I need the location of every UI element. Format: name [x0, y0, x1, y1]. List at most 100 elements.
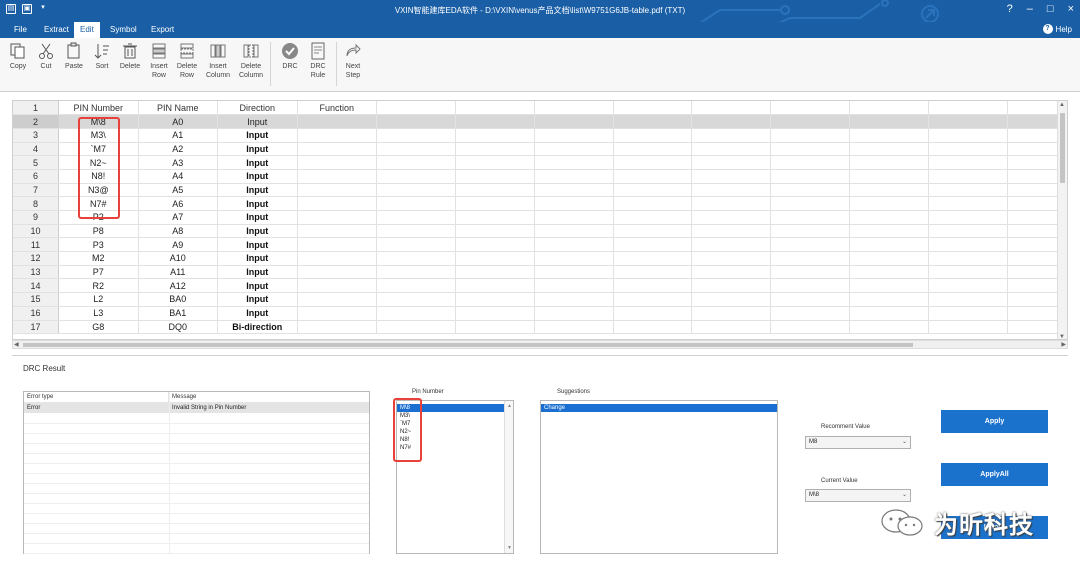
apply-button[interactable]: Apply	[941, 410, 1048, 433]
table-row[interactable]: 13 P7 A11 Input	[13, 265, 1067, 280]
column-header-pin-number[interactable]: PIN Number	[58, 101, 139, 116]
direction-cell[interactable]: Input	[217, 224, 298, 239]
empty-cell[interactable]	[849, 292, 929, 307]
empty-cell[interactable]	[297, 196, 377, 211]
maximize-button[interactable]: □	[1047, 3, 1054, 15]
empty-cell[interactable]	[297, 265, 377, 280]
suggestions-list[interactable]: Change	[540, 400, 778, 554]
empty-cell[interactable]	[691, 101, 772, 116]
empty-cell[interactable]	[613, 114, 693, 129]
pin-name-cell[interactable]: A11	[138, 265, 219, 280]
empty-cell[interactable]	[534, 278, 614, 294]
empty-cell[interactable]	[376, 128, 456, 143]
table-row[interactable]: 12 M2 A10 Input	[13, 251, 1067, 266]
copy-button[interactable]: Copy	[5, 42, 31, 71]
empty-cell[interactable]	[849, 155, 929, 170]
empty-cell[interactable]	[455, 265, 535, 280]
empty-cell[interactable]	[613, 210, 693, 225]
direction-cell[interactable]: Input	[217, 278, 298, 294]
empty-cell[interactable]	[534, 237, 614, 253]
empty-cell[interactable]	[691, 251, 772, 266]
empty-cell[interactable]	[376, 306, 456, 321]
empty-cell[interactable]	[455, 155, 535, 170]
empty-cell[interactable]	[849, 251, 929, 266]
empty-cell[interactable]	[455, 306, 535, 321]
empty-cell[interactable]	[770, 196, 851, 211]
empty-cell[interactable]	[849, 128, 929, 143]
empty-cell[interactable]	[376, 101, 456, 116]
empty-cell[interactable]	[297, 128, 377, 143]
empty-cell[interactable]	[849, 114, 929, 129]
empty-cell[interactable]	[691, 142, 772, 157]
empty-cell[interactable]	[613, 101, 693, 116]
empty-cell[interactable]	[691, 237, 772, 253]
delete-column-button[interactable]: Delete Column	[238, 42, 264, 80]
empty-cell[interactable]	[928, 155, 1008, 170]
table-row[interactable]: 10 P8 A8 Input	[13, 224, 1067, 239]
tab-extract[interactable]: Extract	[38, 24, 75, 35]
empty-cell[interactable]	[770, 251, 851, 266]
empty-cell[interactable]	[455, 320, 535, 335]
empty-cell[interactable]	[928, 101, 1008, 116]
empty-cell[interactable]	[297, 224, 377, 239]
empty-cell[interactable]	[297, 114, 377, 129]
close-button[interactable]: ×	[1068, 3, 1074, 15]
empty-cell[interactable]	[770, 320, 851, 335]
empty-cell[interactable]	[849, 101, 929, 116]
pin-number-cell[interactable]: G8	[58, 320, 139, 335]
direction-cell[interactable]: Bi-direction	[217, 320, 298, 335]
empty-cell[interactable]	[376, 114, 456, 129]
empty-cell[interactable]	[297, 320, 377, 335]
next-step-button[interactable]: Next Step	[340, 42, 366, 80]
horizontal-scrollbar[interactable]: ◀ ▶	[12, 340, 1068, 349]
empty-cell[interactable]	[534, 292, 614, 307]
direction-cell[interactable]: Input	[217, 196, 298, 211]
message-header[interactable]: Message	[169, 392, 369, 402]
empty-cell[interactable]	[297, 155, 377, 170]
empty-cell[interactable]	[849, 169, 929, 184]
scroll-right-icon[interactable]: ▶	[1061, 341, 1066, 348]
empty-cell[interactable]	[770, 237, 851, 253]
empty-cell[interactable]	[928, 114, 1008, 129]
empty-cell[interactable]	[613, 292, 693, 307]
empty-cell[interactable]	[376, 142, 456, 157]
direction-cell[interactable]: Input	[217, 251, 298, 266]
pin-name-cell[interactable]: A12	[138, 278, 219, 294]
table-row[interactable]: 15 L2 BA0 Input	[13, 292, 1067, 307]
pin-name-cell[interactable]: A2	[138, 142, 219, 157]
empty-cell[interactable]	[376, 265, 456, 280]
direction-cell[interactable]: Input	[217, 210, 298, 225]
empty-cell[interactable]	[613, 224, 693, 239]
empty-cell[interactable]	[534, 251, 614, 266]
paste-button[interactable]: Paste	[61, 42, 87, 71]
empty-cell[interactable]	[534, 155, 614, 170]
table-row[interactable]: 17 G8 DQ0 Bi-direction	[13, 320, 1067, 335]
empty-cell[interactable]	[770, 265, 851, 280]
cut-button[interactable]: Cut	[33, 42, 59, 71]
pin-number-cell[interactable]: L3	[58, 306, 139, 321]
empty-cell[interactable]	[849, 196, 929, 211]
table-row[interactable]: 5 N2~ A3 Input	[13, 155, 1067, 170]
empty-cell[interactable]	[928, 320, 1008, 335]
insert-column-button[interactable]: Insert Column	[205, 42, 231, 80]
scroll-thumb[interactable]	[23, 343, 913, 347]
direction-cell[interactable]: Input	[217, 114, 298, 129]
empty-cell[interactable]	[613, 265, 693, 280]
pin-name-cell[interactable]: A4	[138, 169, 219, 184]
empty-cell[interactable]	[770, 306, 851, 321]
scroll-down-icon[interactable]: ▼	[507, 545, 512, 551]
empty-cell[interactable]	[928, 278, 1008, 294]
delete-button[interactable]: Delete	[117, 42, 143, 71]
empty-cell[interactable]	[849, 224, 929, 239]
empty-cell[interactable]	[455, 128, 535, 143]
empty-cell[interactable]	[534, 183, 614, 198]
empty-cell[interactable]	[376, 224, 456, 239]
empty-cell[interactable]	[928, 142, 1008, 157]
column-header-function[interactable]: Function	[297, 101, 377, 116]
tab-file[interactable]: File	[8, 24, 33, 35]
empty-cell[interactable]	[849, 142, 929, 157]
empty-cell[interactable]	[613, 196, 693, 211]
pin-name-cell[interactable]: A10	[138, 251, 219, 266]
pin-name-cell[interactable]: A0	[138, 114, 219, 129]
empty-cell[interactable]	[691, 155, 772, 170]
